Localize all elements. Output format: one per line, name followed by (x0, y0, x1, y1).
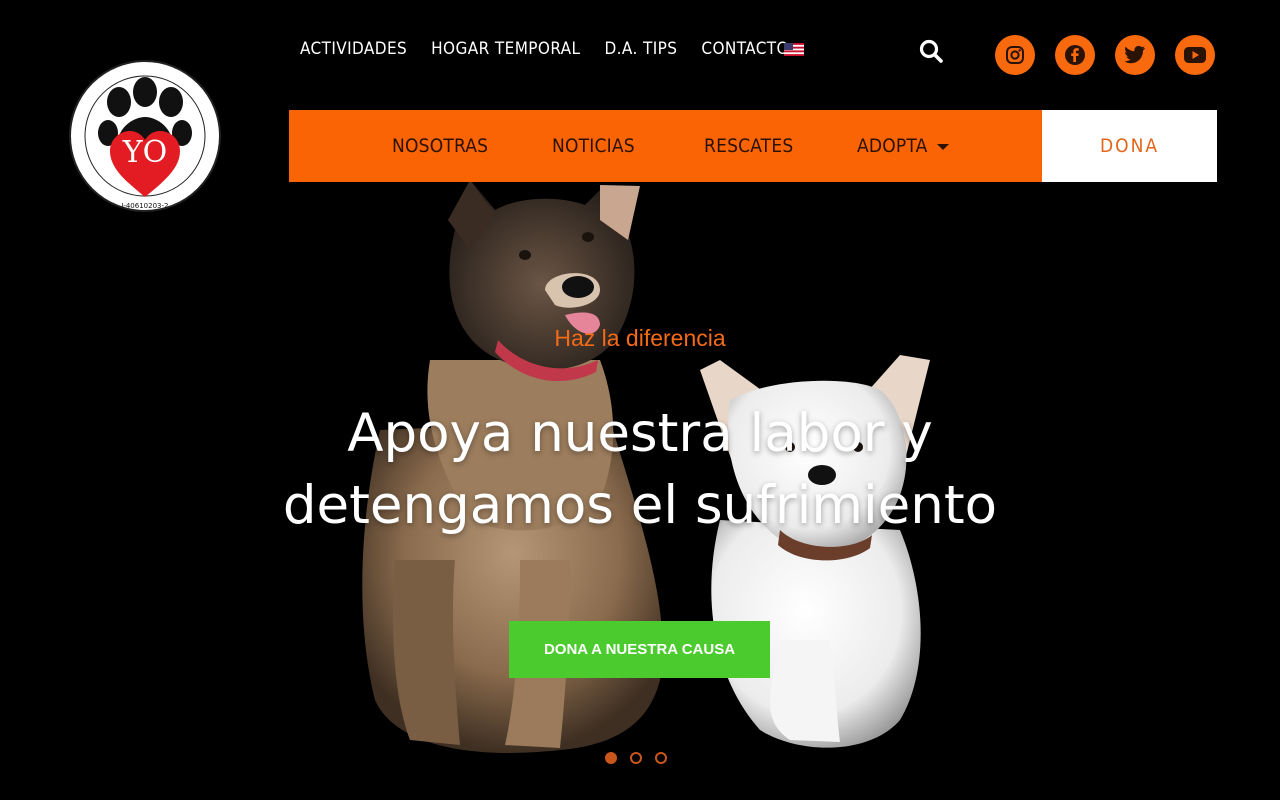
slider-dot-3[interactable] (655, 752, 667, 764)
slider-dot-2[interactable] (630, 752, 642, 764)
menu-label: NOSOTRAS (392, 135, 489, 157)
paw-heart-logo: YO J-40610203-2 (69, 60, 221, 212)
top-navigation: ACTIVIDADES HOGAR TEMPORAL D.A. TIPS CON… (300, 36, 789, 62)
menu-label: RESCATES (704, 135, 794, 157)
menu-label: ADOPTA (857, 135, 928, 157)
menu-item-rescates[interactable]: RESCATES (704, 110, 793, 182)
slider-pagination (605, 752, 667, 764)
donate-cause-button[interactable]: DONA A NUESTRA CAUSA (509, 621, 770, 678)
hero-headline-line1: Apoya nuestra labor y (347, 403, 933, 464)
dona-button[interactable]: DONA (1042, 110, 1217, 182)
slider-dot-1[interactable] (605, 752, 617, 764)
hero-headline-line2: detengamos el sufrimiento (282, 475, 998, 536)
hero-headline: Apoya nuestra labor y detengamos el sufr… (240, 398, 1040, 542)
svg-text:J-40610203-2: J-40610203-2 (121, 202, 169, 210)
top-nav-hogar-temporal[interactable]: HOGAR TEMPORAL (431, 39, 580, 59)
menu-item-noticias[interactable]: NOTICIAS (552, 110, 635, 182)
facebook-icon[interactable] (1055, 35, 1095, 75)
site-logo[interactable]: YO J-40610203-2 (68, 59, 222, 213)
menu-item-nosotras[interactable]: NOSOTRAS (392, 110, 488, 182)
us-flag-icon[interactable] (784, 41, 804, 56)
logo-center-text: YO (122, 135, 167, 170)
youtube-icon[interactable] (1175, 35, 1215, 75)
twitter-icon[interactable] (1115, 35, 1155, 75)
social-links (995, 35, 1215, 75)
search-icon[interactable] (918, 38, 944, 64)
top-nav-da-tips[interactable]: D.A. TIPS (604, 39, 677, 59)
main-menu-bar: NOSOTRAS NOTICIAS RESCATES ADOPTA (289, 110, 1042, 182)
top-nav-actividades[interactable]: ACTIVIDADES (300, 39, 407, 59)
instagram-icon[interactable] (995, 35, 1035, 75)
top-nav-contacto[interactable]: CONTACTO (701, 39, 789, 59)
menu-label: NOTICIAS (552, 135, 635, 157)
hero-kicker: Haz la diferencia (554, 325, 726, 351)
caret-down-icon (937, 143, 950, 150)
menu-item-adopta[interactable]: ADOPTA (857, 110, 950, 182)
